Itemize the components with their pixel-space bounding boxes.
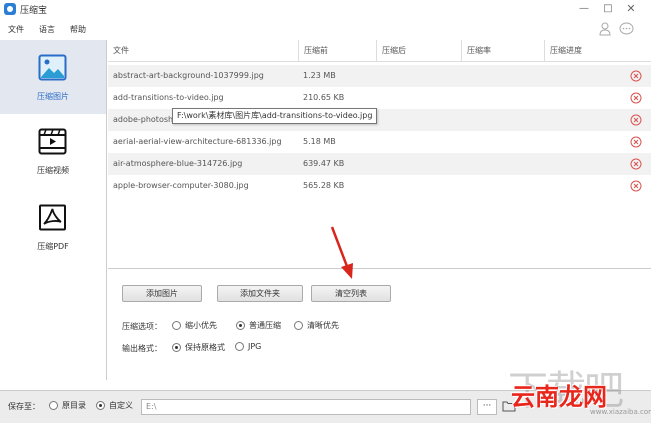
menu-help[interactable]: 帮助 bbox=[70, 24, 86, 35]
menu-file[interactable]: 文件 bbox=[8, 24, 24, 35]
clear-list-button[interactable]: 清空列表 bbox=[311, 285, 391, 302]
user-icon[interactable] bbox=[599, 22, 611, 36]
menu-language[interactable]: 语言 bbox=[39, 24, 55, 35]
radio-circle bbox=[172, 343, 181, 352]
radio-label: 缩小优先 bbox=[185, 321, 217, 330]
video-icon bbox=[38, 128, 67, 155]
file-size: 1.23 MB bbox=[303, 71, 336, 80]
file-name: abstract-art-background-1037999.jpg bbox=[113, 71, 264, 80]
radio-smaller-first[interactable]: 缩小优先 bbox=[172, 320, 217, 331]
column-header-progress: 压缩进度 bbox=[544, 40, 651, 62]
remove-icon[interactable] bbox=[630, 92, 642, 104]
remove-icon[interactable] bbox=[630, 158, 642, 170]
radio-custom-dir[interactable]: 自定义 bbox=[96, 400, 133, 411]
table-row[interactable]: abstract-art-background-1037999.jpg 1.23… bbox=[108, 65, 651, 87]
table-row[interactable]: aerial-aerial-view-architecture-681336.j… bbox=[108, 131, 651, 153]
radio-circle bbox=[96, 401, 105, 410]
sidebar-item-compress-pdf[interactable]: 压缩PDF bbox=[0, 190, 106, 264]
table-header: 文件 压缩前 压缩后 压缩率 压缩进度 bbox=[108, 40, 651, 62]
column-header-before: 压缩前 bbox=[298, 40, 376, 62]
watermark-red: 云南龙网 bbox=[511, 383, 607, 411]
sidebar-item-compress-video[interactable]: 压缩视频 bbox=[0, 114, 106, 188]
app-logo-icon bbox=[4, 3, 16, 15]
radio-circle bbox=[235, 342, 244, 351]
image-icon bbox=[38, 54, 67, 81]
maximize-icon[interactable]: □ bbox=[601, 2, 615, 16]
table-row[interactable]: add-transitions-to-video.jpg 210.65 KB bbox=[108, 87, 651, 109]
radio-label: 清晰优先 bbox=[307, 321, 339, 330]
compress-options-label: 压缩选项： bbox=[122, 322, 162, 331]
annotation-arrow-icon bbox=[330, 226, 353, 279]
minimize-icon[interactable]: — bbox=[577, 2, 591, 16]
file-size: 639.47 KB bbox=[303, 159, 345, 168]
table-row[interactable]: apple-browser-computer-3080.jpg 565.28 K… bbox=[108, 175, 651, 197]
pdf-icon bbox=[39, 204, 66, 231]
sidebar-item-label: 压缩图片 bbox=[37, 92, 69, 101]
close-icon[interactable]: ✕ bbox=[624, 2, 638, 16]
remove-icon[interactable] bbox=[630, 114, 642, 126]
radio-keep-format[interactable]: 保持原格式 bbox=[172, 342, 225, 353]
file-name: apple-browser-computer-3080.jpg bbox=[113, 181, 249, 190]
column-header-ratio: 压缩率 bbox=[461, 40, 544, 62]
radio-label: 普通压缩 bbox=[249, 321, 281, 330]
radio-clarity-first[interactable]: 清晰优先 bbox=[294, 320, 339, 331]
sidebar-item-label: 压缩PDF bbox=[37, 242, 69, 251]
table-row[interactable]: air-atmosphere-blue-314726.jpg 639.47 KB bbox=[108, 153, 651, 175]
sidebar-item-compress-image[interactable]: 压缩图片 bbox=[0, 40, 106, 114]
add-folder-button[interactable]: 添加文件夹 bbox=[217, 285, 303, 302]
radio-jpg[interactable]: JPG bbox=[235, 342, 261, 351]
radio-original-dir[interactable]: 原目录 bbox=[49, 400, 86, 411]
remove-icon[interactable] bbox=[630, 70, 642, 82]
chat-icon[interactable] bbox=[619, 22, 634, 36]
file-path-tooltip: F:\work\素材库\图片库\add-transitions-to-video… bbox=[172, 108, 378, 124]
save-path-input[interactable]: E:\ bbox=[141, 399, 471, 415]
file-table: 文件 压缩前 压缩后 压缩率 压缩进度 abstract-art-backgro… bbox=[108, 40, 651, 269]
browse-button[interactable]: ··· bbox=[477, 399, 497, 415]
remove-icon[interactable] bbox=[630, 180, 642, 192]
watermark-url: www.xiazaiba.com bbox=[590, 408, 651, 416]
sidebar: 压缩图片 压缩视频 压缩PDF bbox=[0, 40, 107, 380]
file-name: aerial-aerial-view-architecture-681336.j… bbox=[113, 137, 282, 146]
radio-circle bbox=[49, 401, 58, 410]
save-to-label: 保存至： bbox=[8, 402, 40, 411]
file-size: 565.28 KB bbox=[303, 181, 345, 190]
sidebar-item-label: 压缩视频 bbox=[37, 166, 69, 175]
file-size: 210.65 KB bbox=[303, 93, 345, 102]
remove-icon[interactable] bbox=[630, 136, 642, 148]
output-format-label: 输出格式： bbox=[122, 344, 162, 353]
file-size: 5.18 MB bbox=[303, 137, 336, 146]
add-image-button[interactable]: 添加图片 bbox=[122, 285, 202, 302]
title-bar: 压缩宝 — □ ✕ bbox=[0, 0, 651, 18]
column-header-after: 压缩后 bbox=[376, 40, 461, 62]
file-name: air-atmosphere-blue-314726.jpg bbox=[113, 159, 243, 168]
radio-circle bbox=[172, 321, 181, 330]
radio-normal-compress[interactable]: 普通压缩 bbox=[236, 320, 281, 331]
radio-label: JPG bbox=[248, 342, 262, 351]
radio-label: 自定义 bbox=[109, 401, 133, 410]
menu-bar: 文件 语言 帮助 bbox=[0, 20, 651, 38]
radio-circle bbox=[294, 321, 303, 330]
file-name: add-transitions-to-video.jpg bbox=[113, 93, 224, 102]
column-header-file: 文件 bbox=[113, 46, 129, 55]
radio-label: 保持原格式 bbox=[185, 343, 225, 352]
radio-circle bbox=[236, 321, 245, 330]
app-title: 压缩宝 bbox=[20, 5, 48, 16]
radio-label: 原目录 bbox=[62, 401, 86, 410]
